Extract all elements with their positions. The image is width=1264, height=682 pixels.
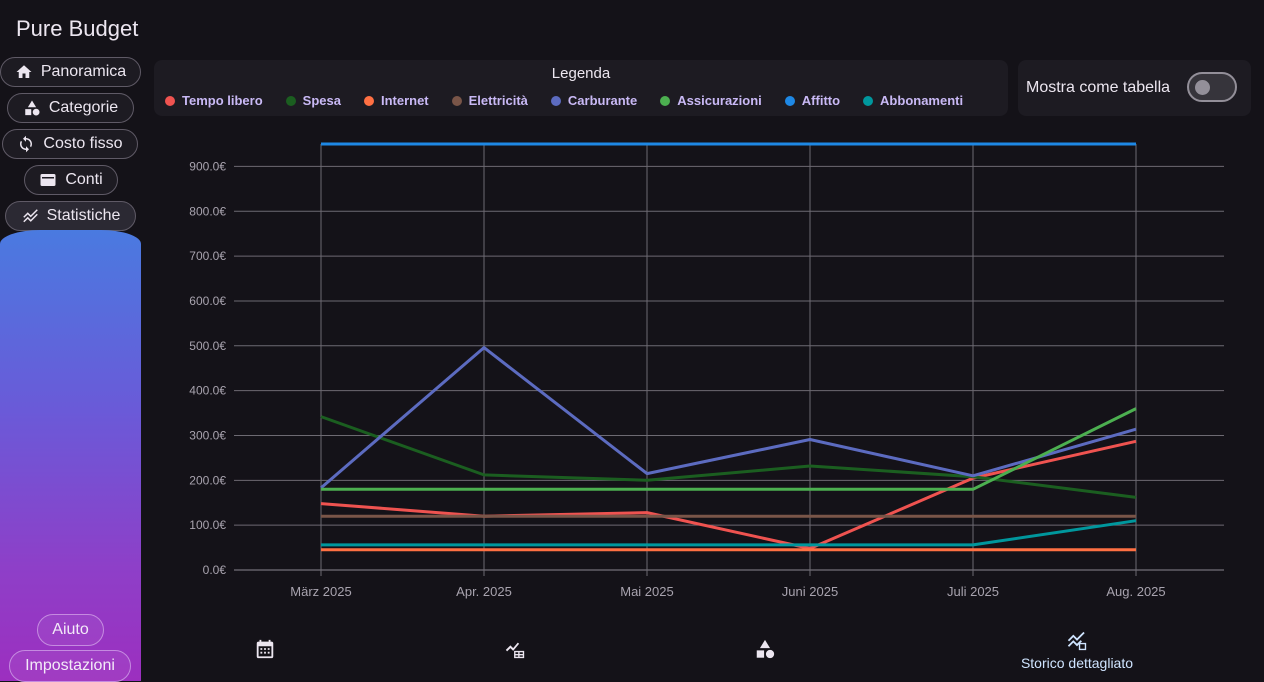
bottom-nav-detailed-history[interactable]: Storico dettagliato [1012, 630, 1142, 671]
nav-item-label: Conti [65, 171, 103, 188]
bottom-nav-categories[interactable] [754, 638, 776, 660]
legend-dot [165, 95, 175, 106]
legend-label: Carburante [567, 93, 638, 108]
y-tick-label: 100.0€ [189, 518, 226, 532]
y-tick-label: 300.0€ [189, 428, 226, 442]
nav-item-label: Panoramica [40, 63, 127, 80]
y-tick-label: 600.0€ [189, 294, 226, 308]
series-line [321, 519, 1137, 547]
legend-dot [784, 95, 795, 106]
legend-item: Carburante [550, 93, 638, 108]
y-tick-label: 700.0€ [189, 249, 226, 263]
series-line [320, 346, 1137, 490]
bottom-nav-chart-table[interactable] [504, 638, 526, 660]
y-tick-label: 900.0€ [189, 159, 226, 173]
toggle-knob [1195, 80, 1210, 95]
legend-dot [550, 95, 561, 106]
legend-item: Abbonamenti [863, 93, 963, 108]
wallet-icon [40, 174, 56, 186]
x-tick-label: Juli 2025 [947, 584, 999, 599]
x-tick-label: Apr. 2025 [456, 584, 512, 599]
legend-label: Tempo libero [182, 93, 263, 108]
chart-table-icon [505, 642, 525, 659]
table-toggle-switch[interactable] [1187, 72, 1237, 102]
nav-item-label: Costo fisso [43, 135, 123, 152]
line-chart: 0.0€ 100.0€ 200.0€ 300.0€ 400.0€ 500.0€ 600.0€… [189, 142, 1224, 599]
legend-panel: Legenda Tempo libero Spesa Internet Elettri… [154, 60, 1008, 116]
y-tick-label: 400.0€ [189, 384, 226, 398]
nav-item-costo-fisso[interactable]: Costo fisso [2, 129, 138, 159]
legend-dot [451, 95, 462, 106]
legend-label: Assicurazioni [677, 93, 762, 108]
y-tick-label: 0.0€ [203, 563, 227, 577]
legend-label: Spesa [302, 93, 341, 108]
detailed-history-icon [1067, 631, 1087, 651]
home-icon [16, 65, 32, 78]
y-tick-label: 800.0€ [189, 204, 226, 218]
legend-dot [363, 95, 374, 106]
trending-icon [22, 209, 38, 223]
table-toggle-panel: Mostra come tabella [1018, 60, 1251, 116]
legend-item: Affitto [784, 93, 841, 108]
bottom-nav-calendar[interactable] [254, 638, 276, 660]
y-tick-label: 200.0€ [189, 473, 226, 487]
legend-dot [660, 95, 671, 106]
legend-label: Abbonamenti [880, 93, 964, 108]
legend-items: Tempo libero Spesa Internet Elettricità Carb… [165, 93, 986, 108]
help-button[interactable]: Aiuto [37, 614, 104, 646]
legend-title: Legenda [551, 65, 611, 82]
legend-item: Elettricità [451, 93, 528, 108]
legend-item: Tempo libero [165, 93, 263, 108]
nav-item-statistiche[interactable]: Statistiche [5, 201, 136, 231]
settings-button[interactable]: Impostazioni [9, 650, 131, 682]
calendar-icon [256, 639, 274, 659]
legend-label: Elettricità [468, 93, 528, 108]
x-tick-label: März 2025 [290, 584, 351, 599]
shapes-icon [756, 639, 775, 659]
nav-item-categorie[interactable]: Categorie [7, 93, 134, 123]
table-toggle-label: Mostra come tabella [1026, 79, 1171, 96]
legend-item: Internet [363, 93, 429, 108]
sync-icon [20, 135, 33, 153]
shapes-icon [25, 100, 40, 116]
legend-item: Assicurazioni [660, 93, 762, 108]
series-line [321, 407, 1137, 491]
nav-item-label: Categorie [48, 99, 119, 116]
x-tick-label: Aug. 2025 [1106, 584, 1165, 599]
x-tick-label: Mai 2025 [620, 584, 673, 599]
legend-item: Spesa [285, 93, 341, 108]
legend-label: Affitto [801, 93, 841, 108]
nav-item-label: Statistiche [46, 207, 121, 224]
y-tick-label: 500.0€ [189, 339, 226, 353]
legend-dot [863, 95, 874, 106]
nav-item-panoramica[interactable]: Panoramica [0, 57, 141, 87]
bottom-nav-label: Storico dettagliato [1020, 655, 1134, 671]
legend-label: Internet [380, 93, 429, 108]
app-title: Pure Budget [16, 16, 139, 41]
legend-dot [285, 95, 296, 106]
nav-item-conti[interactable]: Conti [24, 165, 118, 195]
x-tick-label: Juni 2025 [782, 584, 838, 599]
